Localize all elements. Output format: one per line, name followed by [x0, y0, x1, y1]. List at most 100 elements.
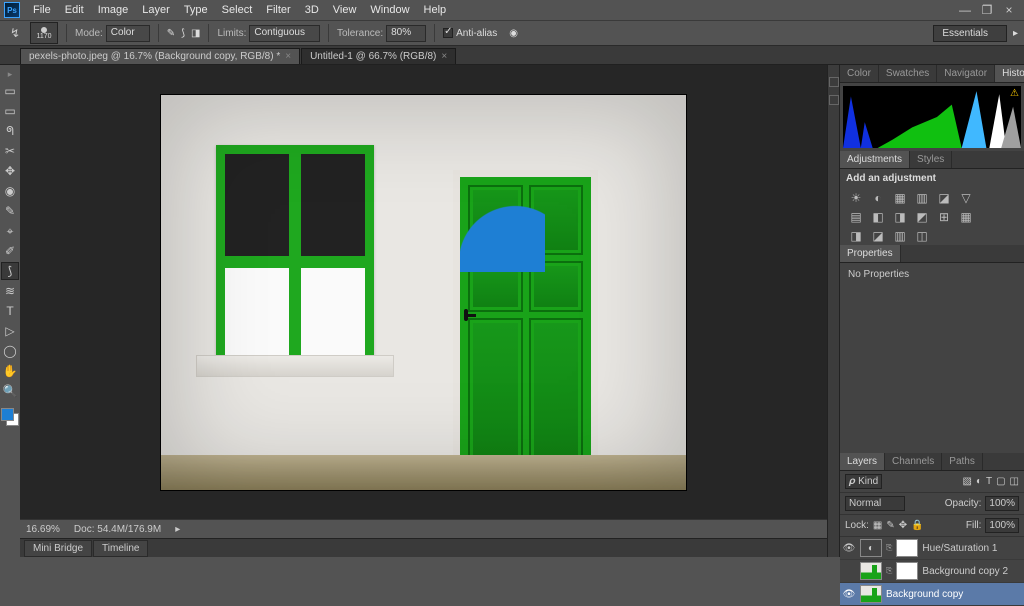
- brush-preset[interactable]: 1170: [30, 22, 58, 44]
- levels-icon[interactable]: ◐: [870, 190, 886, 205]
- pressure-icon[interactable]: ◉: [509, 28, 518, 39]
- document-canvas[interactable]: [161, 95, 686, 490]
- healing-tool[interactable]: ◉: [1, 182, 19, 200]
- tool-preset-icon[interactable]: ↯: [6, 24, 24, 42]
- tab-styles[interactable]: Styles: [910, 151, 952, 168]
- document-tab[interactable]: Untitled-1 @ 66.7% (RGB/8) ×: [301, 48, 456, 64]
- hand-tool[interactable]: ✋: [1, 362, 19, 380]
- filter-type-icon[interactable]: T: [986, 476, 992, 487]
- adj-icon[interactable]: ◫: [914, 228, 930, 243]
- layer-name[interactable]: Background copy 2: [922, 566, 1008, 577]
- zoom-tool[interactable]: 🔍: [1, 382, 19, 400]
- adj-icon[interactable]: ◨: [892, 209, 908, 224]
- hue-icon[interactable]: ▽: [958, 190, 974, 205]
- status-arrow-icon[interactable]: ▸: [175, 524, 180, 535]
- curves-icon[interactable]: ▦: [892, 190, 908, 205]
- lock-pos-icon[interactable]: ✥: [899, 520, 907, 531]
- tab-properties[interactable]: Properties: [840, 245, 901, 262]
- histogram-warning-icon[interactable]: ⚠: [1010, 88, 1019, 99]
- menu-edit[interactable]: Edit: [58, 4, 91, 16]
- mask-thumb[interactable]: [896, 539, 918, 557]
- tab-timeline[interactable]: Timeline: [93, 540, 148, 557]
- brush-tool[interactable]: ✎: [1, 202, 19, 220]
- sampling-icon-3[interactable]: ◨: [191, 28, 200, 39]
- fill-input[interactable]: 100%: [985, 518, 1019, 533]
- foreground-color-swatch[interactable]: [1, 408, 14, 421]
- window-maximize-button[interactable]: ❐: [978, 3, 996, 17]
- dock-icon[interactable]: [829, 95, 839, 105]
- layer-row[interactable]: 👁 Background copy: [840, 583, 1024, 606]
- tab-swatches[interactable]: Swatches: [879, 65, 937, 82]
- tab-layers[interactable]: Layers: [840, 453, 885, 470]
- filter-smart-icon[interactable]: ◫: [1010, 476, 1019, 487]
- menu-file[interactable]: File: [26, 4, 58, 16]
- type-tool[interactable]: T: [1, 302, 19, 320]
- opacity-input[interactable]: 100%: [985, 496, 1019, 511]
- close-icon[interactable]: ×: [441, 51, 447, 62]
- sampling-icon-2[interactable]: ⟆: [181, 28, 185, 39]
- vibrance-icon[interactable]: ◪: [936, 190, 952, 205]
- menu-layer[interactable]: Layer: [135, 4, 177, 16]
- dock-icon[interactable]: [829, 77, 839, 87]
- limits-select[interactable]: Contiguous: [249, 25, 320, 42]
- mode-select[interactable]: Color: [106, 25, 150, 42]
- adj-icon[interactable]: ▤: [848, 209, 864, 224]
- sampling-icon[interactable]: ✎: [167, 28, 175, 39]
- shape-tool[interactable]: ◯: [1, 342, 19, 360]
- eraser-tool[interactable]: ✐: [1, 242, 19, 260]
- crop-tool[interactable]: ✂: [1, 142, 19, 160]
- layer-name[interactable]: Background copy: [886, 589, 963, 600]
- document-tab[interactable]: pexels-photo.jpeg @ 16.7% (Background co…: [20, 48, 300, 64]
- color-replace-tool[interactable]: ⟆: [1, 262, 19, 280]
- tab-adjustments[interactable]: Adjustments: [840, 151, 910, 168]
- tab-mini-bridge[interactable]: Mini Bridge: [24, 540, 92, 557]
- layer-thumb[interactable]: ◐: [860, 539, 882, 557]
- layer-row[interactable]: ⎘ Background copy 2: [840, 560, 1024, 583]
- workspace-switcher[interactable]: Essentials: [933, 25, 1007, 42]
- filter-adj-icon[interactable]: ◐: [976, 476, 982, 487]
- window-close-button[interactable]: ×: [1000, 3, 1018, 17]
- brightness-icon[interactable]: ☀: [848, 190, 864, 205]
- menu-window[interactable]: Window: [363, 4, 416, 16]
- close-icon[interactable]: ×: [285, 51, 291, 62]
- layer-thumb[interactable]: [860, 585, 882, 603]
- lasso-tool[interactable]: ᖗ: [1, 122, 19, 140]
- lock-all-icon[interactable]: 🔒: [911, 520, 923, 531]
- adj-icon[interactable]: ◪: [870, 228, 886, 243]
- adj-icon[interactable]: ▦: [958, 209, 974, 224]
- exposure-icon[interactable]: ▥: [914, 190, 930, 205]
- menu-help[interactable]: Help: [417, 4, 454, 16]
- tab-color[interactable]: Color: [840, 65, 879, 82]
- tolerance-input[interactable]: 80%: [386, 25, 426, 42]
- filter-image-icon[interactable]: ▧: [962, 476, 971, 487]
- zoom-level[interactable]: 16.69%: [26, 524, 60, 535]
- layer-name[interactable]: Hue/Saturation 1: [922, 543, 997, 554]
- eyedropper-tool[interactable]: ✥: [1, 162, 19, 180]
- collapse-panels-icon[interactable]: ▸: [1013, 28, 1018, 39]
- lock-pixels-icon[interactable]: ✎: [886, 520, 894, 531]
- menu-select[interactable]: Select: [215, 4, 260, 16]
- path-tool[interactable]: ▷: [1, 322, 19, 340]
- mask-thumb[interactable]: [896, 562, 918, 580]
- stamp-tool[interactable]: ⌖: [1, 222, 19, 240]
- menu-image[interactable]: Image: [91, 4, 136, 16]
- canvas-viewport[interactable]: [20, 65, 827, 519]
- visibility-icon[interactable]: 👁: [842, 543, 856, 554]
- menu-filter[interactable]: Filter: [259, 4, 297, 16]
- tab-histogram[interactable]: Histogram: [995, 65, 1024, 82]
- visibility-icon[interactable]: 👁: [842, 589, 856, 600]
- menu-3d[interactable]: 3D: [298, 4, 326, 16]
- adj-icon[interactable]: ◨: [848, 228, 864, 243]
- adj-icon[interactable]: ⊞: [936, 209, 952, 224]
- layer-filter-select[interactable]: 𝝆 Kind: [845, 474, 882, 489]
- marquee-tool[interactable]: ▭: [1, 102, 19, 120]
- tab-channels[interactable]: Channels: [885, 453, 942, 470]
- adj-icon[interactable]: ▥: [892, 228, 908, 243]
- tab-navigator[interactable]: Navigator: [937, 65, 995, 82]
- layer-thumb[interactable]: [860, 562, 882, 580]
- antialias-checkbox[interactable]: [443, 28, 453, 38]
- color-swatches[interactable]: [1, 408, 19, 426]
- lock-trans-icon[interactable]: ▦: [873, 520, 882, 531]
- tab-paths[interactable]: Paths: [942, 453, 983, 470]
- filter-shape-icon[interactable]: ▢: [996, 476, 1005, 487]
